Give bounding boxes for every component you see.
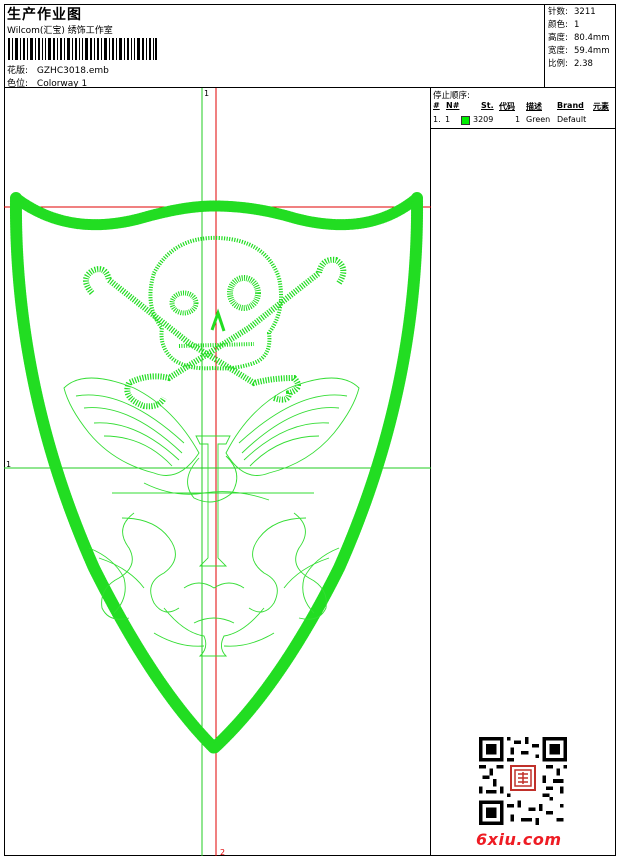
- col-element: 元素: [593, 102, 609, 111]
- row-stitches: 3209: [473, 115, 494, 124]
- stat-scale: 比例: 2.38: [548, 59, 593, 69]
- design-file-name: GZHC3018.emb: [36, 66, 109, 76]
- studio-name: Wilcom(汇宝) 绣饰工作室: [7, 26, 113, 36]
- col-desc: 描述: [526, 102, 542, 111]
- page-title: 生产作业图: [7, 7, 82, 23]
- col-code: 代码: [499, 102, 515, 111]
- row-n: 1: [445, 115, 451, 124]
- col-n: N#: [446, 101, 460, 110]
- header-info: 生产作业图 Wilcom(汇宝) 绣饰工作室 花版: GZHC3018.emb …: [4, 4, 545, 89]
- guide-h1-label: 1: [6, 460, 11, 469]
- barcode: [8, 38, 157, 60]
- design-file-line: 花版: GZHC3018.emb: [7, 63, 109, 76]
- panel-title: 停止顺序:: [433, 91, 470, 101]
- wings-outline: [63, 377, 360, 476]
- col-brand: Brand: [557, 101, 584, 110]
- panel-divider: [431, 128, 616, 129]
- row-brand: Default: [557, 115, 587, 124]
- row-desc: Green: [526, 115, 551, 124]
- cross-ornament: [112, 435, 314, 567]
- stat-stitches: 针数: 3211: [548, 7, 596, 17]
- row-code: 1: [515, 115, 521, 124]
- stat-height: 高度: 80.4mm: [548, 33, 610, 43]
- design-label: 花版:: [7, 66, 29, 76]
- guide-v2-bottom-label: 2: [220, 848, 225, 856]
- stat-colors: 颜色: 1: [548, 20, 580, 30]
- seal-stamp: [510, 765, 536, 791]
- thread-color-swatch: [461, 116, 470, 125]
- col-hash: #: [433, 101, 440, 110]
- design-stats: 针数: 3211 颜色: 1 高度: 80.4mm 宽度: 59.4mm 比例: 2.38: [545, 4, 616, 88]
- watermark: 6xiu.com: [476, 830, 562, 849]
- skull-crossbones: [83, 235, 347, 410]
- list-item[interactable]: 1. 1 3209 1 Green Default: [431, 115, 616, 127]
- row-index: 1.: [433, 115, 441, 124]
- design-canvas: 1 2 1 2: [4, 88, 431, 856]
- stat-width: 宽度: 59.4mm: [548, 46, 610, 56]
- col-st: St.: [481, 101, 494, 110]
- panel-header-row: # N# St. 代码 描述 Brand 元素: [431, 101, 616, 114]
- embroidery-preview: 1 2 1 2: [4, 88, 431, 856]
- guide-v1-label: 1: [204, 89, 209, 98]
